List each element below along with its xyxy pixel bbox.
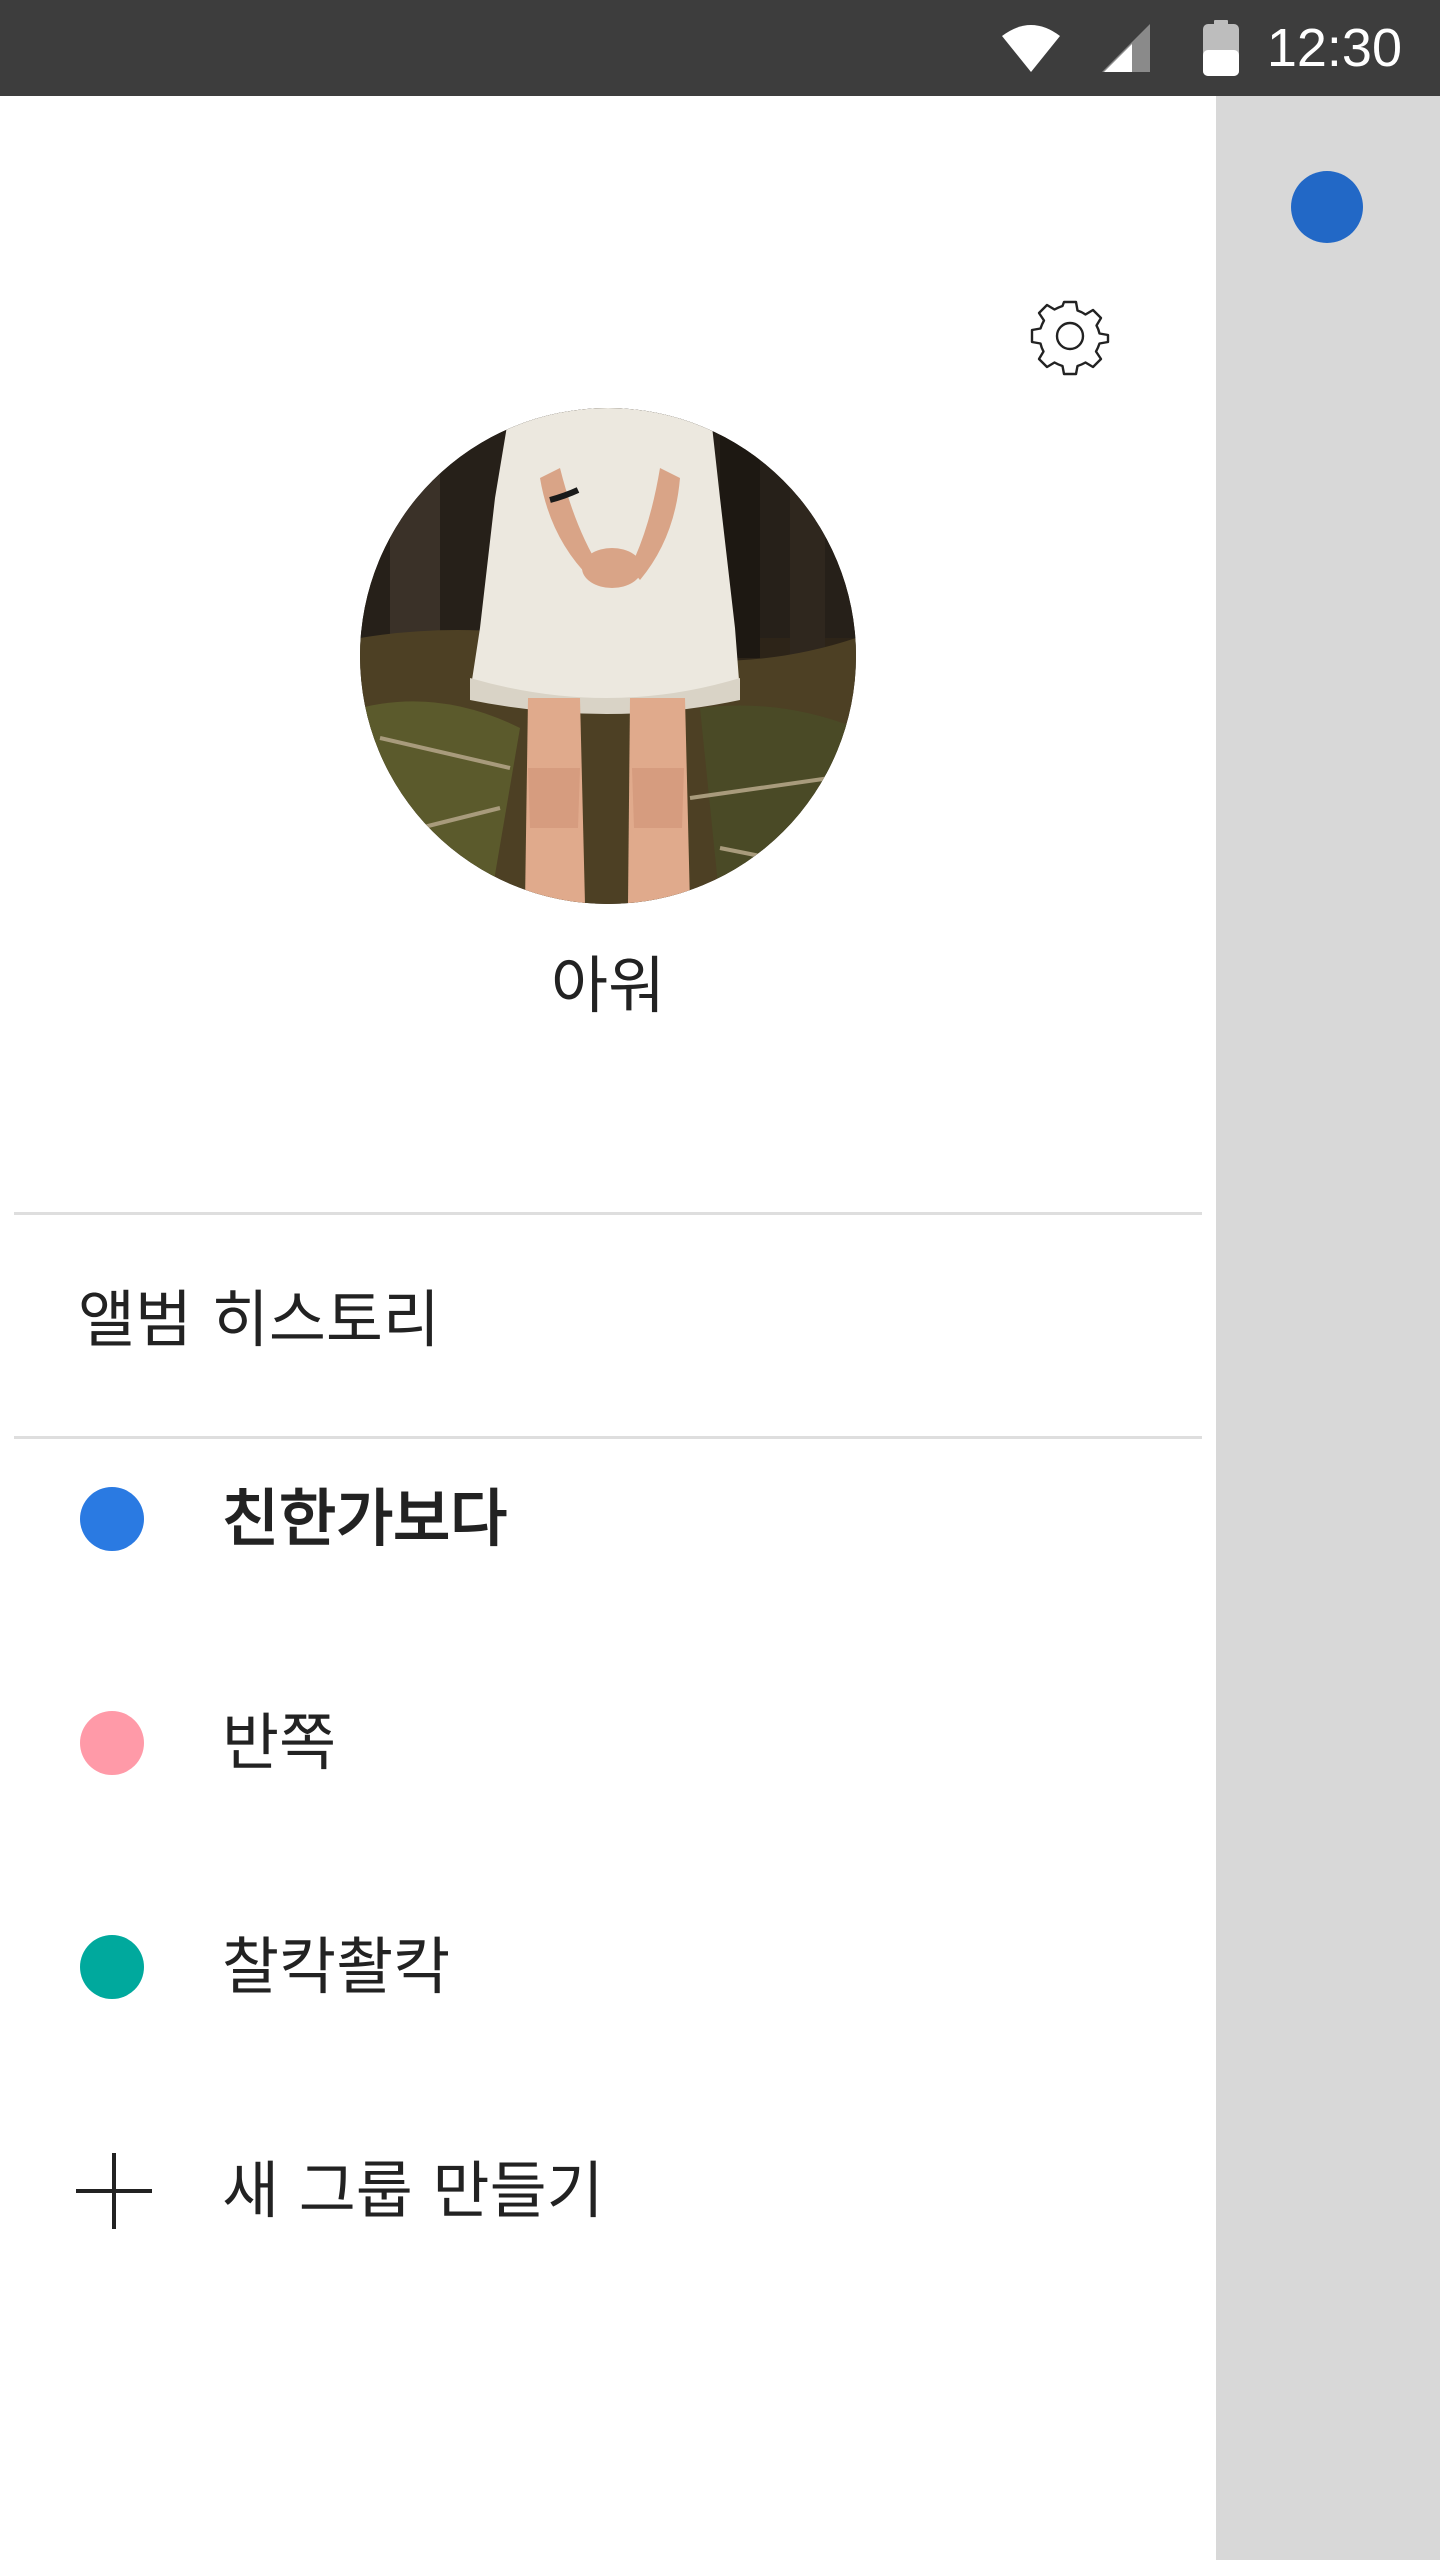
group-label: 반쪽 — [222, 1706, 337, 1779]
navigation-drawer: 아워 앨범 히스토리 친한가보다 반쪽 찰칵촬칵 새 그룹 만들기 — [0, 96, 1216, 2560]
wifi-icon — [1002, 25, 1060, 72]
gear-icon[interactable] — [1030, 296, 1110, 376]
battery-icon — [1203, 20, 1239, 76]
new-group-label: 새 그룹 만들기 — [222, 2154, 604, 2227]
group-color-dot — [80, 1935, 144, 1999]
drawer-scrim[interactable] — [1216, 96, 1440, 2560]
cell-signal-icon — [1102, 24, 1150, 72]
profile-avatar[interactable] — [360, 408, 856, 904]
divider — [14, 1436, 1202, 1439]
group-color-dot — [80, 1711, 144, 1775]
group-color-dot — [80, 1487, 144, 1551]
plus-icon — [76, 2153, 152, 2229]
group-list-item[interactable]: 친한가보다 — [0, 1454, 1216, 1584]
new-group-button[interactable]: 새 그룹 만들기 — [0, 2126, 1216, 2256]
status-bar: 12:30 — [0, 0, 1440, 96]
group-label: 친한가보다 — [222, 1482, 508, 1555]
album-history-menu-item[interactable]: 앨범 히스토리 — [78, 1280, 440, 1360]
profile-name: 아워 — [550, 949, 666, 1022]
divider — [14, 1212, 1202, 1215]
background-group-dot — [1291, 171, 1363, 243]
group-list-item[interactable]: 반쪽 — [0, 1678, 1216, 1808]
group-list-item[interactable]: 찰칵촬칵 — [0, 1902, 1216, 2032]
group-label: 찰칵촬칵 — [222, 1930, 451, 2003]
status-clock: 12:30 — [1266, 18, 1402, 78]
